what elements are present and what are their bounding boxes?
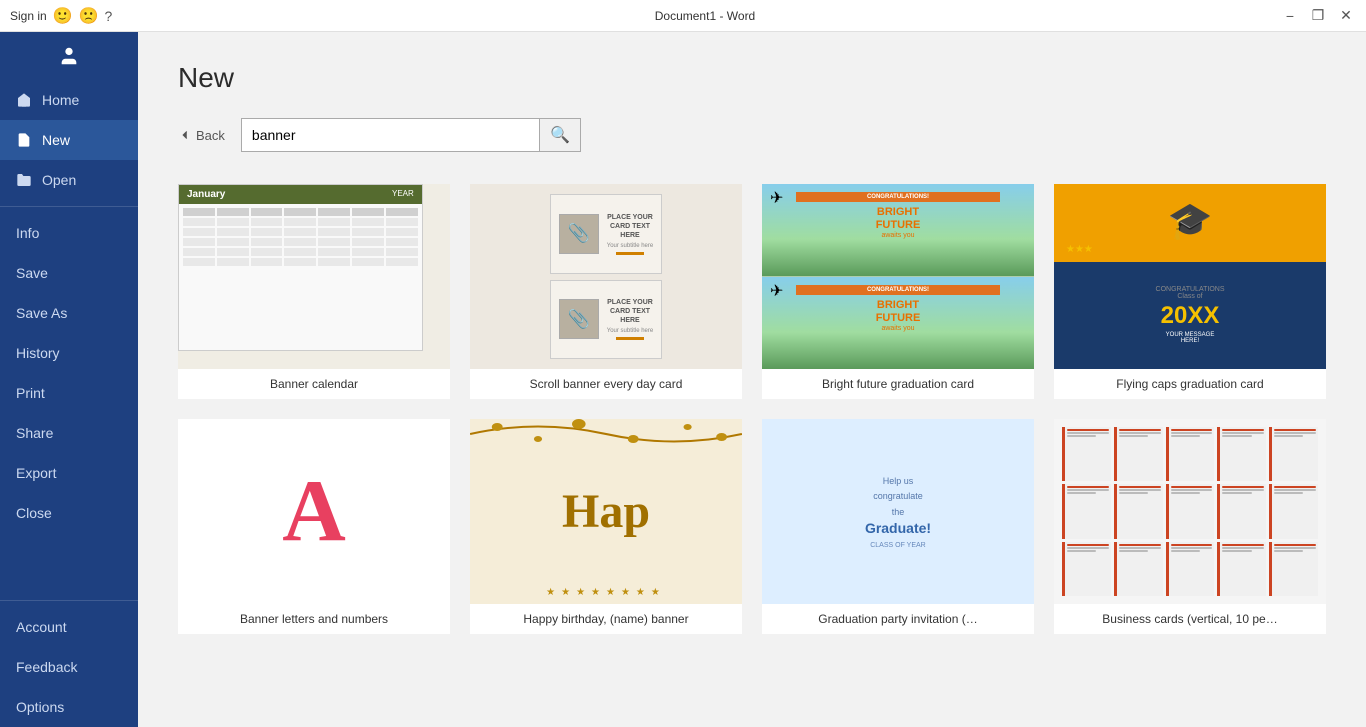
sidebar-item-account[interactable]: Account	[0, 607, 138, 647]
minimize-button[interactable]: −	[1280, 8, 1300, 24]
back-label: Back	[196, 128, 225, 143]
sidebar-item-home[interactable]: Home	[0, 80, 138, 120]
template-item-business-cards[interactable]: Business cards (vertical, 10 pe…	[1054, 419, 1326, 634]
sidebar-item-info[interactable]: Info	[0, 213, 138, 253]
template-label-2: Bright future graduation card	[762, 369, 1034, 399]
template-item-bright-future[interactable]: CONGRATULATIONS! BRIGHTFUTURE awaits you…	[762, 184, 1034, 399]
template-item-graduation-party[interactable]: Help uscongratulatethe Graduate! CLASS O…	[762, 419, 1034, 634]
template-item-flying-caps[interactable]: 🎓 CONGRATULATIONSClass of 20XX YOUR MESS…	[1054, 184, 1326, 399]
title-sign-in[interactable]: Sign in	[10, 9, 47, 23]
emoji-sad-icon[interactable]: 🙁	[79, 6, 99, 26]
sidebar-nav: Home New Open Info Save Save As History	[0, 80, 138, 727]
template-label-4: Banner letters and numbers	[178, 604, 450, 634]
template-label-0: Banner calendar	[178, 369, 450, 399]
sidebar-item-save-as[interactable]: Save As	[0, 293, 138, 333]
search-input[interactable]	[242, 121, 539, 149]
template-label-5: Happy birthday, (name) banner	[470, 604, 742, 634]
sidebar-item-feedback[interactable]: Feedback	[0, 647, 138, 687]
sidebar-item-options[interactable]: Options	[0, 687, 138, 727]
sidebar-item-share[interactable]: Share	[0, 413, 138, 453]
sidebar-item-export[interactable]: Export	[0, 453, 138, 493]
template-item-happy-birthday[interactable]: Hap ★★★★★★★★ Happy birthday, (name) bann…	[470, 419, 742, 634]
sidebar-item-history[interactable]: History	[0, 333, 138, 373]
restore-button[interactable]: ❐	[1308, 7, 1328, 24]
window-title: Document1 - Word	[130, 9, 1280, 23]
template-grid: January YEAR Banner calendar	[178, 184, 1326, 634]
main-content: New Back 🔍 January YEAR	[138, 32, 1366, 727]
template-item-scroll-banner[interactable]: 📎 PLACE YOURCARD TEXTHERE Your subtitle …	[470, 184, 742, 399]
title-bar: Sign in 🙂 🙁 ? Document1 - Word − ❐ ✕	[0, 0, 1366, 32]
template-label-1: Scroll banner every day card	[470, 369, 742, 399]
template-label-3: Flying caps graduation card	[1054, 369, 1326, 399]
sidebar-item-new[interactable]: New	[0, 120, 138, 160]
template-label-6: Graduation party invitation (…	[762, 604, 1034, 634]
back-link[interactable]: Back	[178, 128, 225, 143]
template-label-7: Business cards (vertical, 10 pe…	[1054, 604, 1326, 634]
search-input-wrap: 🔍	[241, 118, 581, 152]
sidebar: Home New Open Info Save Save As History	[0, 32, 138, 727]
search-button[interactable]: 🔍	[539, 119, 580, 151]
page-title: New	[178, 62, 1326, 94]
sidebar-item-close[interactable]: Close	[0, 493, 138, 533]
search-bar: Back 🔍	[178, 118, 1326, 152]
template-item-banner-calendar[interactable]: January YEAR Banner calendar	[178, 184, 450, 399]
sidebar-item-save[interactable]: Save	[0, 253, 138, 293]
template-item-banner-letters[interactable]: A Banner letters and numbers	[178, 419, 450, 634]
sidebar-item-print[interactable]: Print	[0, 373, 138, 413]
close-button[interactable]: ✕	[1336, 7, 1356, 24]
help-icon[interactable]: ?	[105, 8, 113, 24]
sidebar-user-icon[interactable]	[0, 32, 138, 80]
emoji-happy-icon[interactable]: 🙂	[53, 6, 73, 26]
sidebar-item-open[interactable]: Open	[0, 160, 138, 200]
